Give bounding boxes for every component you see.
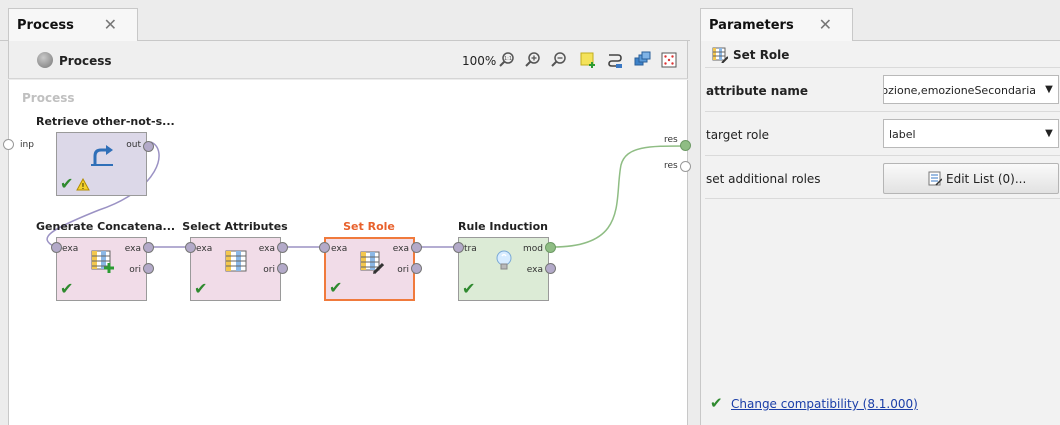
operator-title: Set Role [343, 220, 395, 233]
edit-list-button[interactable]: Edit List (0)... [883, 163, 1059, 194]
port-out-label: ori [129, 265, 141, 275]
port-out-label: ori [263, 265, 275, 275]
operator-title: Select Attributes [182, 220, 288, 233]
port-out-label: exa [124, 244, 141, 254]
operator-body[interactable]: ✔ exa exa ori [190, 237, 281, 301]
status-ok-icon: ✔ [329, 278, 343, 297]
status-ok-icon: ✔ [60, 174, 74, 193]
port-in-label: tra [464, 244, 477, 254]
warning-icon: ! [76, 178, 90, 191]
add-note-icon[interactable] [579, 51, 597, 69]
table-edit-icon [712, 47, 728, 63]
param-label: attribute name [706, 84, 809, 98]
port-in[interactable] [51, 242, 62, 253]
process-tabbar: Process ✕ [0, 0, 690, 41]
status-ok-icon: ✔ [462, 279, 476, 298]
dropdown-arrow-icon[interactable]: ▼ [1040, 76, 1058, 103]
operator-title: Generate Concatena... [36, 220, 176, 233]
table-columns-icon [225, 250, 247, 272]
check-icon: ✔ [710, 394, 723, 412]
show-grid-icon[interactable] [660, 51, 678, 69]
parameters-tabbar: Parameters ✕ [700, 0, 1060, 41]
parameters-panel: Set Role attribute name emozione,emozion… [700, 41, 1060, 425]
tab-parameters[interactable]: Parameters ✕ [700, 8, 853, 41]
process-input-label: inp [20, 140, 34, 150]
svg-text:1:1: 1:1 [504, 56, 512, 62]
close-icon[interactable]: ✕ [819, 15, 832, 34]
operator-body[interactable]: ✔ ! out [56, 132, 147, 196]
auto-wire-icon[interactable] [606, 51, 624, 69]
port-out-label: out [126, 140, 141, 150]
edit-list-icon [928, 171, 942, 186]
port-out[interactable] [411, 263, 422, 274]
port-out-label: exa [392, 244, 409, 254]
param-row-attribute-name: attribute name emozione,emozioneSecondar… [705, 67, 1060, 111]
combo-value: emozione,emozioneSecondaria [884, 84, 1036, 97]
operator-title: Rule Induction [458, 220, 548, 233]
edit-list-label: Edit List (0)... [946, 172, 1027, 186]
target-role-select[interactable]: label ▼ [883, 119, 1059, 148]
process-toolbar: Process 100% 1:1 [8, 41, 688, 79]
arrange-operators-icon[interactable] [633, 51, 651, 69]
result-port-2[interactable] [680, 161, 691, 172]
process-icon [37, 52, 53, 68]
port-out-label: mod [523, 244, 543, 254]
port-out[interactable] [545, 263, 556, 274]
status-ok-icon: ✔ [60, 279, 74, 298]
operator-body[interactable]: ✔ exa exa ori [56, 237, 147, 301]
port-out-label: exa [258, 244, 275, 254]
tab-process[interactable]: Process ✕ [8, 8, 138, 41]
svg-text:!: ! [81, 182, 84, 191]
port-out[interactable] [277, 242, 288, 253]
zoom-fit-icon[interactable]: 1:1 [498, 51, 516, 69]
port-out-label: exa [526, 265, 543, 275]
retrieve-arrow-icon [91, 145, 113, 166]
result-port-1[interactable] [680, 140, 691, 151]
port-out[interactable] [143, 141, 154, 152]
port-in-label: exa [196, 244, 213, 254]
attribute-name-select[interactable]: emozione,emozioneSecondaria ▼ [883, 75, 1059, 104]
process-canvas[interactable]: Process inp res res Retrieve other-not-s… [3, 80, 691, 425]
port-in-label: exa [331, 244, 348, 254]
operator-title: Retrieve other-not-s... [36, 115, 175, 128]
port-out-label: ori [397, 265, 409, 275]
parameters-header: Set Role [701, 41, 1060, 68]
port-in-label: exa [62, 244, 79, 254]
table-edit-icon [360, 251, 384, 275]
port-in[interactable] [453, 242, 464, 253]
lightbulb-icon [496, 250, 512, 270]
status-ok-icon: ✔ [194, 279, 208, 298]
combo-value: label [889, 128, 916, 141]
zoom-level: 100% [462, 54, 497, 68]
param-label: target role [706, 128, 770, 142]
result-port-label-1: res [664, 135, 678, 145]
process-input-port[interactable] [3, 139, 14, 150]
dropdown-arrow-icon[interactable]: ▼ [1040, 120, 1058, 147]
operator-body[interactable]: ✔ exa exa ori [324, 237, 415, 301]
result-port-label-2: res [664, 161, 678, 171]
operator-body[interactable]: ✔ tra mod exa [458, 237, 549, 301]
port-out[interactable] [143, 263, 154, 274]
port-in[interactable] [319, 242, 330, 253]
port-out[interactable] [143, 242, 154, 253]
port-out[interactable] [411, 242, 422, 253]
param-label: set additional roles [706, 172, 821, 186]
param-row-target-role: target role label ▼ [705, 111, 1060, 155]
tab-parameters-label: Parameters [709, 18, 794, 33]
table-add-icon [91, 250, 114, 273]
breadcrumb[interactable]: Process [59, 54, 112, 68]
tab-process-label: Process [17, 18, 74, 33]
zoom-in-icon[interactable] [524, 51, 542, 69]
close-icon[interactable]: ✕ [104, 15, 117, 34]
port-out[interactable] [277, 263, 288, 274]
port-in[interactable] [185, 242, 196, 253]
parameters-operator-name: Set Role [733, 48, 790, 62]
param-row-additional-roles: set additional roles Edit List (0)... [705, 155, 1060, 199]
port-out[interactable] [545, 242, 556, 253]
zoom-out-icon[interactable] [550, 51, 568, 69]
change-compatibility-link[interactable]: Change compatibility (8.1.000) [731, 397, 918, 411]
